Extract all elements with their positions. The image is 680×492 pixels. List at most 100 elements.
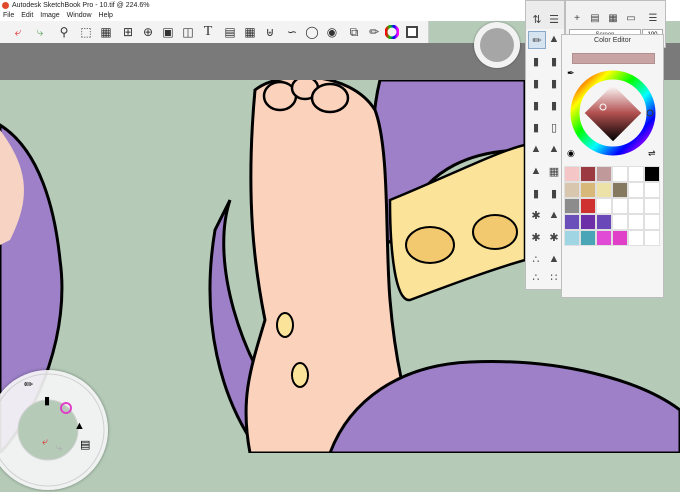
color-swatch[interactable] xyxy=(612,198,628,214)
spray-icon[interactable]: ▮ xyxy=(528,185,544,201)
water-brush-icon[interactable]: ▮ xyxy=(546,97,562,113)
color-swatch[interactable] xyxy=(628,198,644,214)
color-swatch[interactable] xyxy=(612,182,628,198)
color-swatch[interactable] xyxy=(564,198,580,214)
color-puck-icon[interactable] xyxy=(60,402,72,416)
color-wheel[interactable] xyxy=(567,67,659,159)
scatter-brush-icon[interactable]: ▲ xyxy=(546,251,562,267)
undo-icon[interactable]: ⤶ xyxy=(10,24,26,40)
color-lock-icon[interactable]: ◉ xyxy=(567,148,575,159)
swatch-grid xyxy=(564,166,662,248)
ink-pen-icon[interactable]: ▮ xyxy=(546,75,562,91)
spatter-icon[interactable]: ✱ xyxy=(528,229,544,245)
color-swatch[interactable] xyxy=(580,182,596,198)
ruler-tool-icon[interactable]: ▮ xyxy=(44,394,50,407)
crop-icon[interactable]: ⊞ xyxy=(120,24,136,40)
blender-icon[interactable]: ▲ xyxy=(528,141,544,157)
color-swatch[interactable] xyxy=(564,182,580,198)
paint-brush-icon[interactable]: ▮ xyxy=(546,53,562,69)
brush-settings-icon[interactable]: ⇅ xyxy=(529,11,545,27)
color-swatch[interactable] xyxy=(596,230,612,246)
flat-brush-icon[interactable]: ▲ xyxy=(546,141,562,157)
splatter-icon[interactable]: ▲ xyxy=(528,163,544,179)
color-editor-panel: Color Editor ✒ ◉ ⇌ xyxy=(561,34,664,298)
color-swatch[interactable] xyxy=(596,182,612,198)
curve-icon[interactable]: ∽ xyxy=(284,24,300,40)
color-swatch[interactable] xyxy=(596,166,612,182)
redo-icon[interactable]: ⤷ xyxy=(32,24,48,40)
color-swatch[interactable] xyxy=(644,230,660,246)
smudge-icon[interactable]: ▮ xyxy=(528,119,544,135)
color-swatch[interactable] xyxy=(564,214,580,230)
color-swatch[interactable] xyxy=(580,166,596,182)
symmetry-icon[interactable]: ▤ xyxy=(222,24,238,40)
color-swatch[interactable] xyxy=(644,198,660,214)
copy-icon[interactable]: ⧉ xyxy=(346,24,362,40)
color-swatch[interactable] xyxy=(644,182,660,198)
felt-pen-icon[interactable]: ▮ xyxy=(528,97,544,113)
dots-brush-icon[interactable]: ∴ xyxy=(528,251,544,267)
droplet-icon[interactable]: ✱ xyxy=(528,207,544,223)
transform-tool-icon[interactable]: ▲ xyxy=(74,420,85,432)
pencil-brush-icon[interactable]: ✏ xyxy=(528,31,546,49)
menu-file[interactable]: File xyxy=(3,12,14,19)
menu-edit[interactable]: Edit xyxy=(21,12,33,19)
fill-icon[interactable]: ▲ xyxy=(546,207,562,223)
redo-lagoon-icon[interactable]: ⤷ xyxy=(56,442,62,455)
dust-icon[interactable]: ✱ xyxy=(546,229,562,245)
color-swatch[interactable] xyxy=(644,214,660,230)
distort-icon[interactable]: ◫ xyxy=(180,24,196,40)
layer-menu-icon[interactable]: ☰ xyxy=(646,13,660,25)
image-layer-icon[interactable]: ▦ xyxy=(606,13,620,25)
eraser-icon[interactable]: ▯ xyxy=(546,119,562,135)
stamp-icon[interactable]: ▮ xyxy=(546,185,562,201)
ellipse-icon[interactable]: ◯ xyxy=(304,24,320,40)
color-swatch[interactable] xyxy=(596,198,612,214)
color-swatch[interactable] xyxy=(628,166,644,182)
brush-library-header: ⇅ ☰ xyxy=(526,1,564,29)
color-swatch[interactable] xyxy=(596,214,612,230)
speckle-brush-icon[interactable]: ∷ xyxy=(546,269,562,285)
color-mode-icon[interactable]: ⇌ xyxy=(648,148,656,159)
shape-icon[interactable]: ◉ xyxy=(324,24,340,40)
text-icon[interactable]: T xyxy=(200,24,216,40)
color-swatch[interactable] xyxy=(644,166,660,182)
brush-tool-icon[interactable]: ✏ xyxy=(24,378,33,391)
color-swatch[interactable] xyxy=(612,230,628,246)
color-swatch-icon[interactable] xyxy=(404,24,420,40)
brush-puck[interactable] xyxy=(474,22,520,68)
color-swatch[interactable] xyxy=(580,214,596,230)
color-swatch[interactable] xyxy=(628,182,644,198)
fleck-brush-icon[interactable]: ∴ xyxy=(528,269,544,285)
layer-transform-icon[interactable]: ▣ xyxy=(160,24,176,40)
marker-icon[interactable]: ▮ xyxy=(528,53,544,69)
undo-lagoon-icon[interactable]: ⤶ xyxy=(42,436,48,449)
copy-lagoon-icon[interactable]: ▤ xyxy=(80,438,90,451)
color-swatch[interactable] xyxy=(564,230,580,246)
color-swatch[interactable] xyxy=(580,230,596,246)
color-swatch[interactable] xyxy=(612,214,628,230)
menu-image[interactable]: Image xyxy=(40,12,59,19)
add-image-icon[interactable]: ⊕ xyxy=(140,24,156,40)
color-wheel-icon[interactable] xyxy=(384,24,400,40)
ruler-icon[interactable]: ▦ xyxy=(242,24,258,40)
folder-icon[interactable]: ▤ xyxy=(588,13,602,25)
brush-set-icon[interactable]: ☰ xyxy=(546,11,562,27)
texture-brush-icon[interactable]: ▦ xyxy=(546,163,562,179)
zoom-icon[interactable]: ⚲ xyxy=(56,24,72,40)
chisel-brush-icon[interactable]: ▮ xyxy=(528,75,544,91)
add-layer-icon[interactable]: + xyxy=(570,13,584,25)
color-swatch[interactable] xyxy=(628,214,644,230)
menu-help[interactable]: Help xyxy=(99,12,113,19)
color-swatch[interactable] xyxy=(580,198,596,214)
menu-window[interactable]: Window xyxy=(67,12,92,19)
color-swatch[interactable] xyxy=(564,166,580,182)
mirror-icon[interactable]: ⊎ xyxy=(262,24,278,40)
select-icon[interactable]: ⬚ xyxy=(78,24,94,40)
crop-transform-icon[interactable]: ▦ xyxy=(98,24,114,40)
airbrush-icon[interactable]: ▲ xyxy=(546,31,562,47)
color-swatch[interactable] xyxy=(612,166,628,182)
brush-palette-icon[interactable]: ✏ xyxy=(366,24,382,40)
merge-icon[interactable]: ▭ xyxy=(624,13,638,25)
color-swatch[interactable] xyxy=(628,230,644,246)
